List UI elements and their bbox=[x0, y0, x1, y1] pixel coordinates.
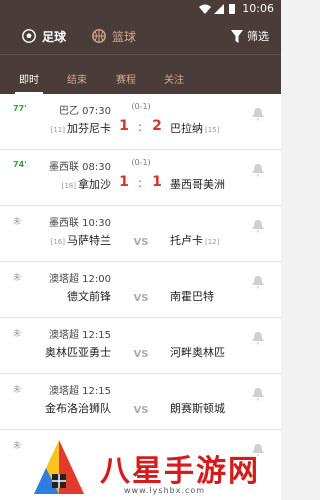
away-team-name: 河畔奥林匹 bbox=[170, 346, 225, 359]
match-status: 未 bbox=[13, 329, 21, 338]
match-row[interactable]: 77' 巴乙 07:30 (0-1) [11] 加芬尼卡 1 : 2 巴拉纳 [15… bbox=[0, 94, 281, 150]
sport-label-football: 足球 bbox=[42, 29, 67, 44]
score-separator: : bbox=[137, 120, 143, 134]
away-score: 1 bbox=[152, 174, 162, 190]
half-time-score: (0-1) bbox=[131, 102, 151, 111]
away-team: 河畔奥林匹 bbox=[170, 344, 225, 360]
match-row[interactable]: 未 澳塔超 12:00 德文前锋 VS 南霍巴特 bbox=[0, 262, 281, 318]
away-team-name: 托卢卡 bbox=[170, 234, 203, 247]
away-rank: [12] bbox=[205, 238, 220, 246]
away-team: 巴拉纳 [15] bbox=[170, 120, 219, 136]
sport-label-basketball: 篮球 bbox=[112, 29, 137, 44]
bell-icon[interactable] bbox=[252, 332, 264, 345]
home-rank: [16] bbox=[50, 238, 65, 246]
match-status: 未 bbox=[13, 385, 21, 394]
home-team-name: 拿加沙 bbox=[78, 178, 111, 191]
versus-label: VS bbox=[133, 293, 149, 304]
home-team-name: 马萨特兰 bbox=[67, 234, 111, 247]
status-icons bbox=[199, 4, 235, 14]
home-team: [16] 马萨特兰 bbox=[51, 232, 111, 248]
basketball-icon bbox=[92, 29, 106, 43]
versus-label: VS bbox=[133, 405, 149, 416]
bell-icon[interactable] bbox=[252, 276, 264, 289]
match-tabs: 即时 结束 赛程 关注 bbox=[0, 54, 281, 94]
away-team-name: 巴拉纳 bbox=[170, 122, 203, 135]
watermark-text: 八星手游网 bbox=[100, 454, 260, 489]
versus-label: VS bbox=[133, 237, 149, 248]
top-bar: 足球 篮球 筛选 bbox=[0, 18, 281, 54]
bell-icon[interactable] bbox=[252, 164, 264, 177]
league-time: 墨西联 08:30 bbox=[49, 162, 111, 173]
match-row[interactable]: 74' 墨西联 08:30 (0-1) [18] 拿加沙 1 : 1 墨西哥美洲 bbox=[0, 150, 281, 206]
sport-tab-basketball[interactable]: 篮球 bbox=[92, 25, 136, 47]
versus-label: VS bbox=[133, 349, 149, 360]
away-team-name: 朗赛斯顿城 bbox=[170, 402, 225, 415]
away-team: 南霍巴特 bbox=[170, 288, 214, 304]
football-icon bbox=[22, 29, 36, 43]
tab-live[interactable]: 即时 bbox=[19, 71, 39, 86]
match-status: 74' bbox=[13, 160, 27, 169]
home-team: 金布洛治狮队 bbox=[45, 400, 111, 416]
battery-icon bbox=[229, 4, 235, 14]
home-rank: [18] bbox=[61, 182, 76, 190]
away-team-name: 南霍巴特 bbox=[170, 290, 214, 303]
home-team-name: 加芬尼卡 bbox=[67, 122, 111, 135]
league-time: 澳塔超 12:15 bbox=[49, 330, 111, 341]
home-team-name: 德文前锋 bbox=[67, 290, 111, 303]
match-list: 77' 巴乙 07:30 (0-1) [11] 加芬尼卡 1 : 2 巴拉纳 [15… bbox=[0, 94, 281, 486]
wifi-icon bbox=[199, 4, 211, 14]
league-time: 墨西联 10:30 bbox=[49, 218, 111, 229]
match-row[interactable]: 未 澳塔超 12:15 奥林匹亚勇士 VS 河畔奥林匹 bbox=[0, 318, 281, 374]
filter-label: 筛选 bbox=[247, 30, 269, 43]
sport-tab-football[interactable]: 足球 bbox=[22, 25, 66, 47]
league-time: 巴乙 07:30 bbox=[59, 106, 111, 117]
league-time: 澳塔超 12:15 bbox=[49, 386, 111, 397]
home-team: 奥林匹亚勇士 bbox=[45, 344, 111, 360]
watermark-url: www.lyshbx.com bbox=[124, 486, 206, 495]
home-rank: [11] bbox=[50, 126, 65, 134]
bell-icon[interactable] bbox=[252, 388, 264, 401]
tab-following[interactable]: 关注 bbox=[164, 71, 184, 86]
home-team-name: 金布洛治狮队 bbox=[45, 402, 111, 415]
score-separator: : bbox=[137, 176, 143, 190]
home-team-name: 奥林匹亚勇士 bbox=[45, 346, 111, 359]
home-team: [11] 加芬尼卡 bbox=[51, 120, 111, 136]
match-status: 未 bbox=[13, 273, 21, 282]
watermark-logo-icon bbox=[34, 440, 84, 494]
away-team-name: 墨西哥美洲 bbox=[170, 178, 225, 191]
half-time-score: (0-1) bbox=[131, 158, 151, 167]
filter-icon bbox=[231, 29, 243, 43]
home-team: [18] 拿加沙 bbox=[62, 176, 111, 192]
home-team: 德文前锋 bbox=[67, 288, 111, 304]
league-time: 澳塔超 12:00 bbox=[49, 274, 111, 285]
match-status: 未 bbox=[13, 441, 21, 450]
away-score: 2 bbox=[152, 118, 162, 134]
home-score: 1 bbox=[119, 174, 129, 190]
clock: 10:06 bbox=[242, 2, 274, 15]
tab-finished[interactable]: 结束 bbox=[67, 71, 87, 86]
match-row[interactable]: 未 墨西联 10:30 [16] 马萨特兰 VS 托卢卡 [12] bbox=[0, 206, 281, 262]
away-team: 墨西哥美洲 bbox=[170, 176, 227, 192]
signal-icon bbox=[214, 4, 224, 14]
bell-icon[interactable] bbox=[252, 220, 264, 233]
away-team: 朗赛斯顿城 bbox=[170, 400, 225, 416]
bell-icon[interactable] bbox=[252, 108, 264, 121]
match-status: 77' bbox=[13, 104, 27, 113]
away-team: 托卢卡 [12] bbox=[170, 232, 219, 248]
match-status: 未 bbox=[13, 217, 21, 226]
tab-schedule[interactable]: 赛程 bbox=[116, 71, 136, 86]
match-row[interactable]: 未 澳塔超 12:15 金布洛治狮队 VS 朗赛斯顿城 bbox=[0, 374, 281, 430]
home-score: 1 bbox=[119, 118, 129, 134]
filter-button[interactable]: 筛选 bbox=[231, 25, 269, 47]
away-rank: [15] bbox=[205, 126, 220, 134]
status-bar: 10:06 bbox=[0, 0, 281, 18]
